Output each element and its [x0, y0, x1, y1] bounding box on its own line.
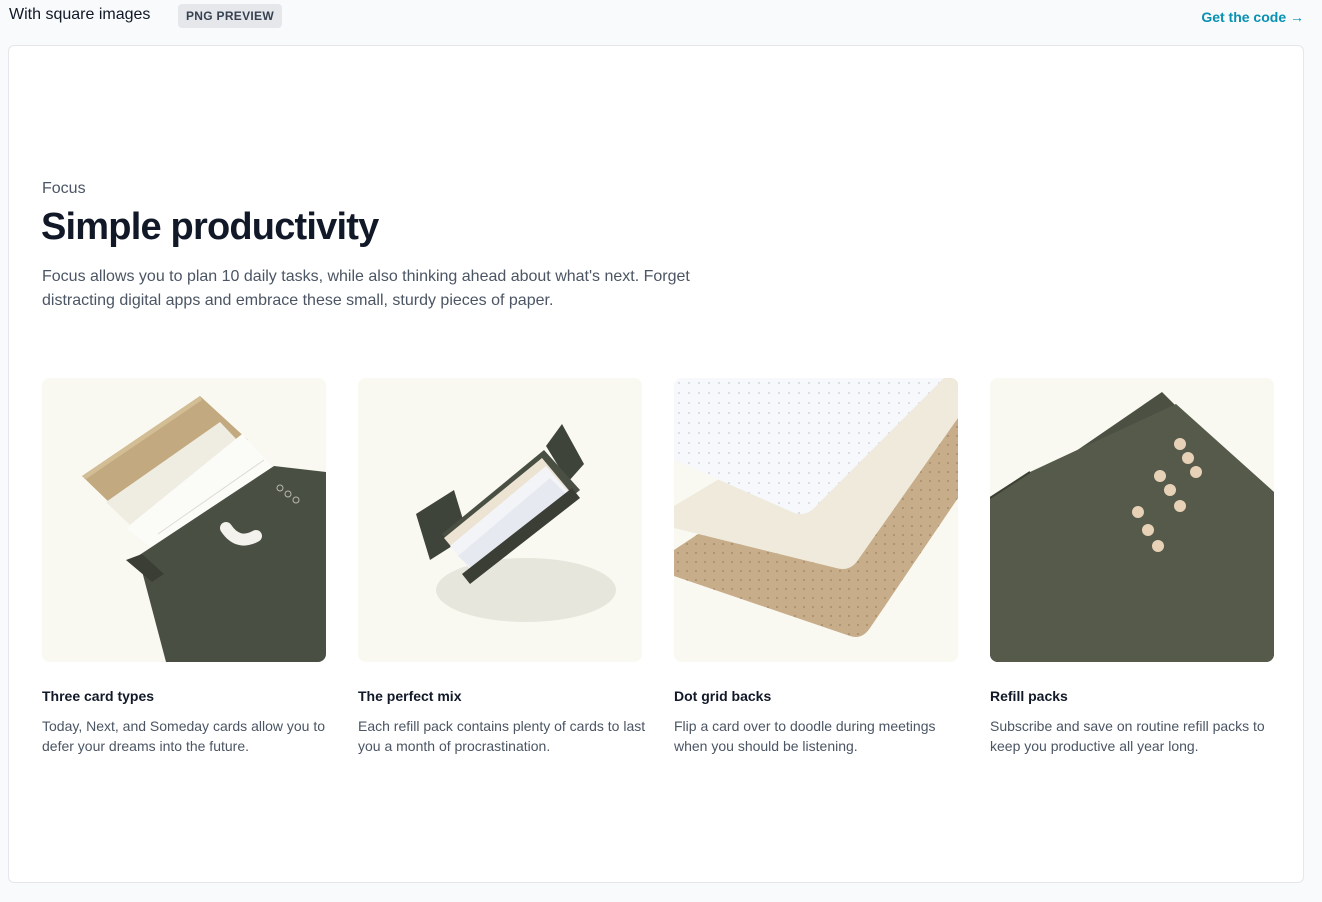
feature-card: Dot grid backs Flip a card over to doodl… [674, 378, 958, 754]
example-title: With square images [9, 6, 151, 23]
preview-panel: Focus Simple productivity Focus allows y… [8, 45, 1304, 883]
feature-card: Three card types Today, Next, and Someda… [42, 378, 326, 754]
feature-grid: Three card types Today, Next, and Someda… [42, 378, 1274, 758]
feature-description: Today, Next, and Someday cards allow you… [42, 718, 326, 754]
top-bar: With square images PNG PREVIEW Get the c… [0, 0, 1322, 36]
section-eyebrow: Focus [42, 180, 86, 197]
feature-card: Refill packs Subscribe and save on routi… [990, 378, 1274, 754]
feature-image-perfect-mix [358, 378, 642, 662]
section-heading: Simple productivity [41, 206, 379, 248]
feature-image-refill-packs [990, 378, 1274, 662]
feature-title: Three card types [42, 688, 155, 704]
section-lead: Focus allows you to plan 10 daily tasks,… [42, 268, 690, 309]
feature-title: Dot grid backs [674, 688, 772, 704]
feature-title: The perfect mix [358, 688, 462, 704]
feature-card: The perfect mix Each refill pack contain… [358, 378, 645, 754]
png-preview-badge: PNG PREVIEW [178, 4, 282, 28]
feature-image-dot-grid-backs [674, 378, 958, 662]
get-the-code-link[interactable]: Get the code → [1201, 9, 1304, 25]
feature-description: Each refill pack contains plenty of card… [358, 718, 646, 754]
feature-description: Subscribe and save on routine refill pac… [990, 718, 1265, 754]
feature-image-three-card-types [42, 378, 326, 662]
feature-description: Flip a card over to doodle during meetin… [674, 718, 936, 754]
feature-title: Refill packs [990, 688, 1068, 704]
